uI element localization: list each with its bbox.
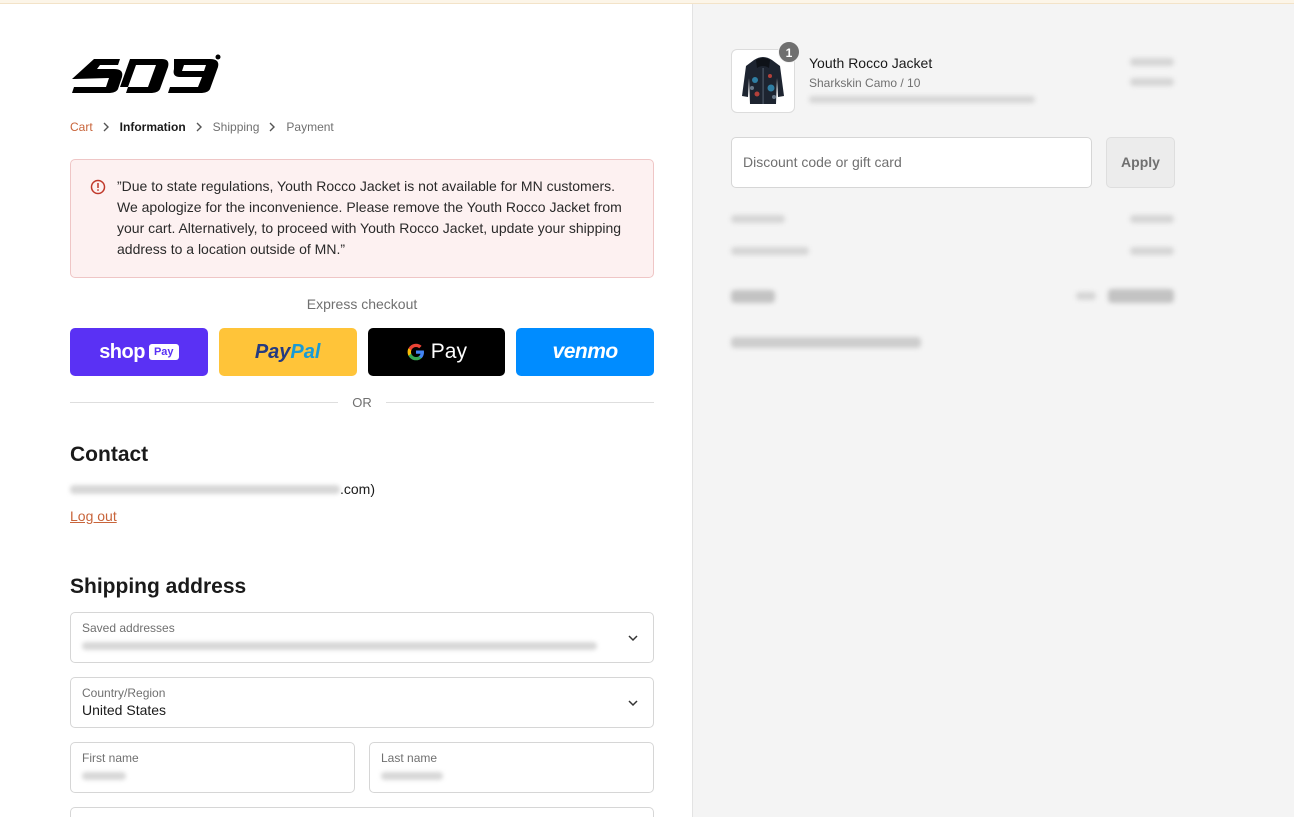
saved-addresses-select[interactable]: Saved addresses [70,612,654,663]
saved-addresses-label: Saved addresses [82,621,175,635]
error-message: ”Due to state regulations, Youth Rocco J… [117,178,622,257]
contact-email: .com) [70,481,375,497]
google-g-icon [407,343,424,361]
apply-discount-button[interactable]: Apply [1106,137,1175,188]
shipping-address-heading: Shipping address [70,575,247,598]
breadcrumb-payment: Payment [286,120,334,134]
address-field[interactable] [70,807,654,817]
paypal-logo: PayPal [254,340,321,363]
quantity-badge: 1 [778,41,800,63]
warning-circle-icon [90,179,106,195]
redacted-last-name [381,772,443,780]
google-pay-logo: Pay [406,340,467,364]
shop-pay-button[interactable]: shop Pay [70,328,208,376]
last-name-field[interactable]: Last name [369,742,654,793]
contact-email-suffix: .com) [340,481,375,497]
chevron-down-icon [628,634,638,641]
chevron-right-icon [196,122,203,132]
last-name-label: Last name [381,751,438,765]
checkout-main-column: Cart Information Shipping Payment ”Due t… [0,4,692,817]
divider-line [385,402,654,403]
country-region-select[interactable]: Country/Region United States [70,677,654,728]
order-summary: 1 Youth Rocco Jacket Sharkskin Camo / 10… [692,4,1294,817]
brand-logo[interactable] [70,51,222,95]
redacted-address [82,642,597,650]
chevron-down-icon [628,699,638,706]
express-checkout-buttons: shop Pay PayPal Pay venmo [70,328,654,376]
product-name: Youth Rocco Jacket [809,55,933,71]
redacted-subtotal-value [1130,215,1174,223]
redacted-subtotal-label [731,215,785,223]
redacted-total-label [731,290,775,303]
redacted-compare-price [1130,58,1174,66]
saved-address-value [82,637,642,654]
first-name-label: First name [82,751,139,765]
redacted-first-name [82,772,126,780]
country-region-label: Country/Region [82,686,166,700]
breadcrumb: Cart Information Shipping Payment [70,120,334,134]
divider-line [70,402,339,403]
contact-heading: Contact [70,443,149,466]
venmo-logo: venmo [552,340,619,363]
redacted-savings [731,337,921,348]
paypal-button[interactable]: PayPal [218,328,357,376]
chevron-right-icon [103,122,110,132]
breadcrumb-shipping: Shipping [212,120,260,134]
redacted-currency [1076,292,1096,300]
chevron-right-icon [269,122,276,132]
breadcrumb-information: Information [119,120,186,134]
first-name-field[interactable]: First name [70,742,355,793]
express-checkout-title: Express checkout [306,296,418,312]
redacted-shipping-label [731,247,809,255]
country-region-value: United States [82,702,167,718]
shop-pay-logo: shop [99,340,145,363]
first-name-value [82,767,343,784]
discount-code-input[interactable]: Discount code or gift card [731,137,1092,188]
breadcrumb-cart[interactable]: Cart [70,120,93,134]
redacted-email [70,484,340,494]
or-divider: OR [70,395,654,410]
redacted-item-price [1130,78,1174,86]
last-name-value [381,767,642,784]
redacted-total-value [1108,289,1174,303]
logout-link[interactable]: Log out [70,508,117,524]
redacted-shipping-value [1130,247,1174,255]
redacted-product-note [809,96,1035,103]
product-variant: Sharkskin Camo / 10 [809,76,921,90]
error-banner: ”Due to state regulations, Youth Rocco J… [70,159,654,278]
google-pay-button[interactable]: Pay [367,328,506,376]
venmo-button[interactable]: venmo [516,328,654,376]
or-label: OR [352,395,372,410]
shop-pay-badge: Pay [148,344,179,360]
